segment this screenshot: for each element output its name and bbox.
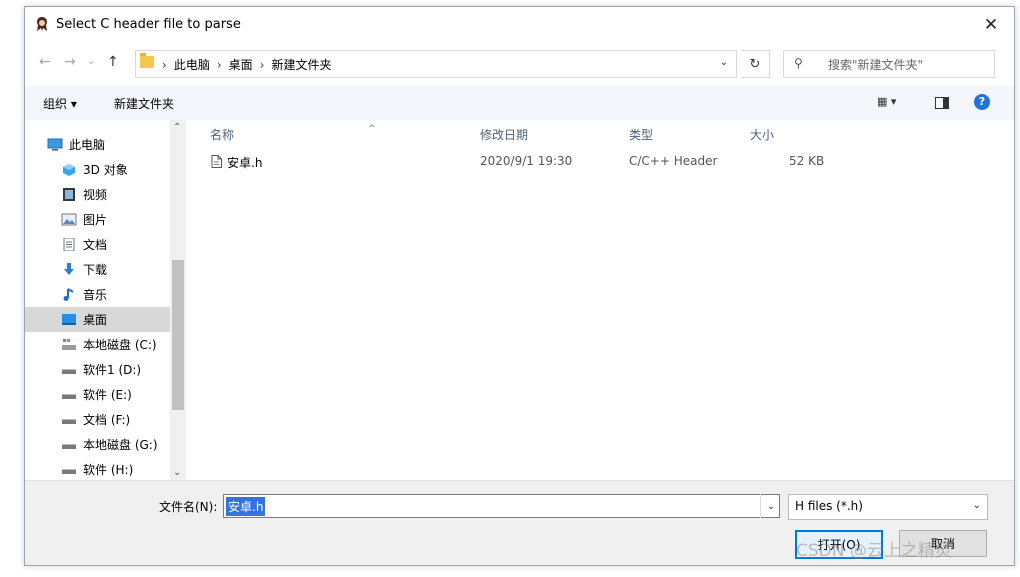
file-size: 52 KB xyxy=(789,154,825,168)
breadcrumb-item-new-folder[interactable]: 新建文件夹 xyxy=(271,58,331,72)
column-header-date[interactable]: 修改日期 xyxy=(480,126,528,143)
sidebar-item-label: 此电脑 xyxy=(69,138,106,152)
sidebar-item-label: 文档 xyxy=(83,238,108,252)
drive-icon xyxy=(61,413,77,426)
header-file-icon xyxy=(211,155,222,168)
folder-icon xyxy=(140,53,154,68)
change-view-icon[interactable]: ▦ ▾ xyxy=(877,95,896,108)
back-arrow-icon[interactable]: ← xyxy=(39,54,51,70)
sidebar-item-label: 视频 xyxy=(83,188,108,202)
sidebar-item-label: 软件 (E:) xyxy=(83,388,132,402)
sidebar-item-label: 3D 对象 xyxy=(83,163,128,177)
refresh-button[interactable]: ↻ xyxy=(741,50,770,78)
sidebar-item[interactable]: 桌面 xyxy=(25,307,170,332)
sidebar-item[interactable]: 本地磁盘 (G:) xyxy=(25,432,170,457)
video-icon xyxy=(61,188,77,201)
sidebar-item[interactable]: 3D 对象 xyxy=(25,157,170,182)
sidebar-item[interactable]: 本地磁盘 (C:) xyxy=(25,332,170,357)
app-icon xyxy=(37,17,47,31)
3d-objects-icon xyxy=(61,163,77,176)
file-name: 安卓.h xyxy=(227,156,263,170)
search-icon: ⚲ xyxy=(794,56,803,70)
filetype-value: H files (*.h) xyxy=(795,499,863,513)
scroll-up-icon[interactable]: ⌃ xyxy=(173,122,181,133)
search-input[interactable]: ⚲ 搜索"新建文件夹" xyxy=(783,50,995,78)
documents-icon xyxy=(61,237,77,252)
music-icon xyxy=(61,288,77,301)
sidebar-item[interactable]: 软件 (H:) xyxy=(25,457,170,482)
drive-icon xyxy=(61,463,77,476)
address-dropdown-icon[interactable]: ⌄ xyxy=(720,57,728,68)
sidebar-item-label: 图片 xyxy=(83,213,108,227)
sidebar-item-label: 本地磁盘 (G:) xyxy=(83,438,158,452)
sidebar-item-label: 文档 (F:) xyxy=(83,413,131,427)
column-header-name[interactable]: 名称 ^ xyxy=(210,124,376,143)
scroll-thumb[interactable] xyxy=(172,260,184,410)
column-header-type[interactable]: 类型 xyxy=(629,126,653,143)
filename-label: 文件名(N): xyxy=(159,500,218,514)
file-type: C/C++ Header xyxy=(629,154,718,168)
search-placeholder: 搜索"新建文件夹" xyxy=(828,58,924,72)
sidebar-item-label: 软件 (H:) xyxy=(83,463,134,477)
new-folder-button[interactable]: 新建文件夹 xyxy=(114,95,174,112)
forward-arrow-icon[interactable]: → xyxy=(64,54,76,70)
sort-caret-icon: ^ xyxy=(368,124,376,134)
filetype-select[interactable]: H files (*.h) ⌄ xyxy=(788,494,988,520)
desktop-icon xyxy=(61,313,77,326)
background-code-strip xyxy=(0,0,24,577)
sidebar-item-label: 音乐 xyxy=(83,288,108,302)
scroll-down-icon[interactable]: ⌄ xyxy=(173,467,181,478)
breadcrumb-item-desktop[interactable]: 桌面 xyxy=(229,58,253,72)
sidebar-item-label: 本地磁盘 (C:) xyxy=(83,338,157,352)
window-title: Select C header file to parse xyxy=(56,17,241,32)
command-bar: 组织 ▾ 新建文件夹 ▦ ▾ ? xyxy=(25,86,1014,120)
sidebar-item-label: 桌面 xyxy=(83,313,108,327)
sidebar-item[interactable]: 软件 (E:) xyxy=(25,382,170,407)
pc-icon xyxy=(47,138,63,151)
breadcrumb: › 此电脑 › 桌面 › 新建文件夹 xyxy=(162,58,332,72)
navigation-pane: 此电脑 3D 对象视频图片文档下载音乐桌面本地磁盘 (C:) 软件1 (D:) 软件 … xyxy=(25,120,186,480)
up-arrow-icon[interactable]: ↑ xyxy=(107,54,119,70)
preview-pane-icon[interactable] xyxy=(935,97,949,109)
filename-input[interactable]: 安卓.h xyxy=(223,494,780,518)
download-icon xyxy=(61,263,77,276)
address-bar[interactable]: › 此电脑 › 桌面 › 新建文件夹 ⌄ xyxy=(135,50,737,78)
column-header-size[interactable]: 大小 xyxy=(750,126,774,143)
breadcrumb-item-pc[interactable]: 此电脑 xyxy=(174,58,210,72)
system-drive-icon xyxy=(61,338,77,351)
address-row: ← → ⌄ ↑ › 此电脑 › 桌面 › 新建文件夹 ⌄ ↻ ⚲ 搜索"新建文件夹" xyxy=(25,44,1014,84)
recent-locations-icon[interactable]: ⌄ xyxy=(87,56,95,67)
filename-value: 安卓.h xyxy=(226,497,266,516)
drive-icon xyxy=(61,388,77,401)
watermark: CSDN @云上之精灵 xyxy=(796,541,952,561)
drive-icon xyxy=(61,438,77,451)
close-button[interactable]: ✕ xyxy=(968,7,1014,43)
help-icon[interactable]: ? xyxy=(974,94,990,110)
filename-dropdown-icon[interactable]: ⌄ xyxy=(760,494,781,518)
drive-icon xyxy=(61,363,77,376)
sidebar-item-label: 下载 xyxy=(83,263,108,277)
sidebar-item[interactable]: 文档 xyxy=(25,232,170,257)
title-bar: Select C header file to parse ✕ xyxy=(25,7,1014,43)
sidebar-item[interactable]: 文档 (F:) xyxy=(25,407,170,432)
file-list: 名称 ^ 修改日期 类型 大小 安卓.h 2020/9/1 19:30 C/C++… xyxy=(187,120,1014,480)
sidebar-item[interactable]: 音乐 xyxy=(25,282,170,307)
sidebar-item[interactable]: 图片 xyxy=(25,207,170,232)
sidebar-item[interactable]: 下载 xyxy=(25,257,170,282)
sidebar-item[interactable]: 此电脑 xyxy=(25,132,170,157)
sidebar-item[interactable]: 软件1 (D:) xyxy=(25,357,170,382)
pictures-icon xyxy=(61,213,77,226)
sidebar-item[interactable]: 视频 xyxy=(25,182,170,207)
file-date: 2020/9/1 19:30 xyxy=(480,154,573,168)
sidebar-item-label: 软件1 (D:) xyxy=(83,363,142,377)
nav-scrollbar[interactable]: ⌃ ⌄ xyxy=(170,120,186,480)
chevron-down-icon: ⌄ xyxy=(972,500,981,511)
file-open-dialog: Select C header file to parse ✕ ← → ⌄ ↑ … xyxy=(24,6,1015,566)
refresh-icon: ↻ xyxy=(749,56,761,72)
close-icon: ✕ xyxy=(983,15,999,35)
organize-button[interactable]: 组织 ▾ xyxy=(43,95,77,112)
